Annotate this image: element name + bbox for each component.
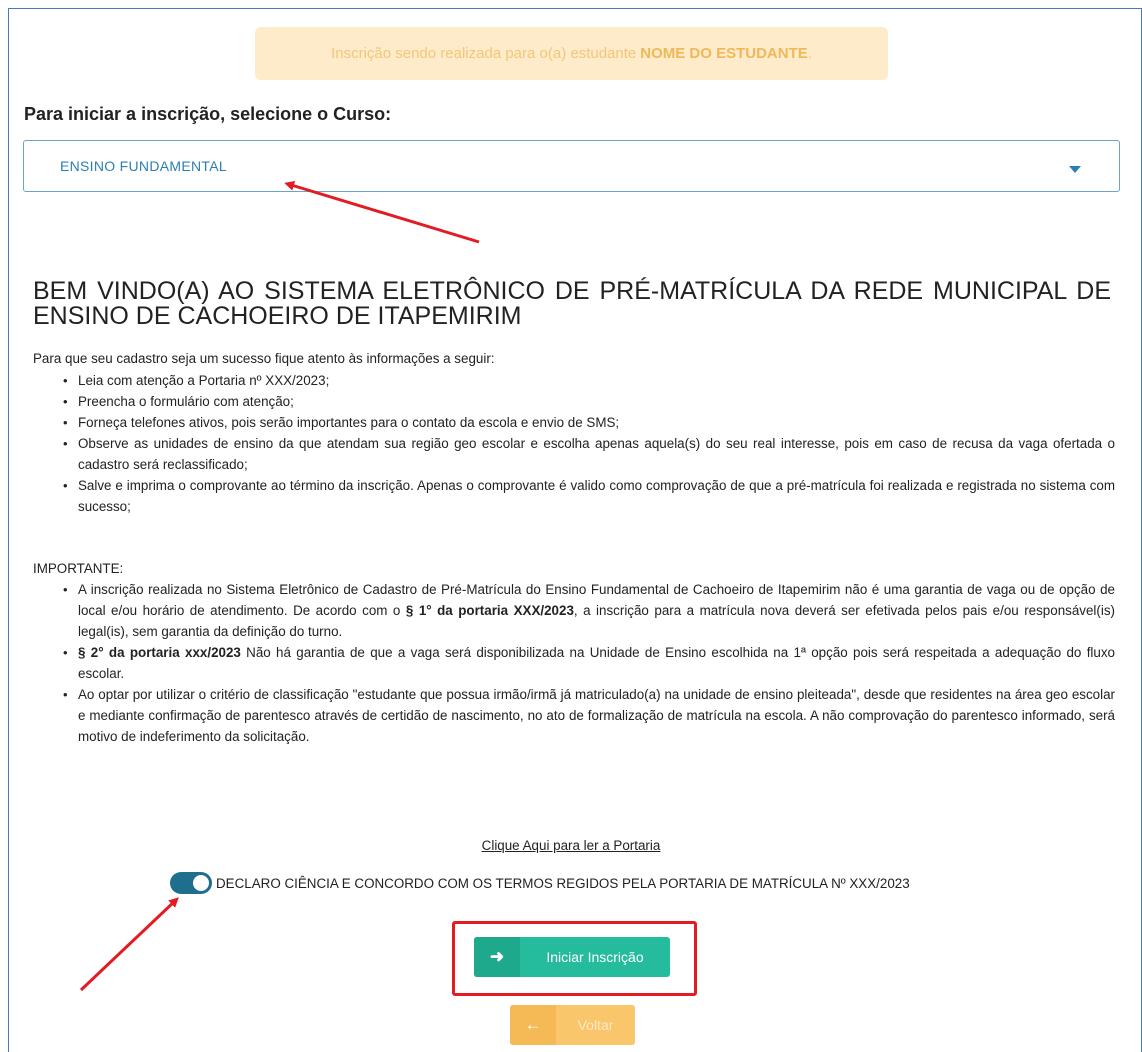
student-notice: Inscrição sendo realizada para o(a) estu… [255, 27, 888, 80]
consent-toggle[interactable] [170, 872, 212, 894]
important-list: A inscrição realizada no Sistema Eletrôn… [33, 579, 1115, 747]
chevron-down-icon [1069, 166, 1081, 173]
consent-row: DECLARO CIÊNCIA E CONCORDO COM OS TERMOS… [170, 872, 910, 894]
student-name: NOME DO ESTUDANTE [640, 45, 808, 62]
toggle-knob [193, 875, 209, 891]
notice-suffix: . [807, 45, 812, 62]
list-item: Observe as unidades de ensino da que ate… [33, 433, 1115, 475]
course-select[interactable]: ENSINO FUNDAMENTAL [23, 140, 1120, 192]
important-heading: IMPORTANTE: [33, 561, 124, 576]
welcome-title: BEM VINDO(A) AO SISTEMA ELETRÔNICO DE PR… [33, 277, 1111, 330]
list-item: A inscrição realizada no Sistema Eletrôn… [33, 579, 1115, 642]
instructions-intro: Para que seu cadastro seja um sucesso fi… [33, 351, 495, 366]
list-item: Leia com atenção a Portaria nº XXX/2023; [33, 370, 1115, 391]
list-item: Preencha o formulário com atenção; [33, 391, 1115, 412]
course-heading: Para iniciar a inscrição, selecione o Cu… [24, 104, 392, 124]
notice-prefix: Inscrição sendo realizada para o(a) estu… [331, 45, 637, 62]
portaria-link[interactable]: Clique Aqui para ler a Portaria [0, 838, 1142, 853]
annotation-highlight-box [452, 921, 697, 996]
tips-list: Leia com atenção a Portaria nº XXX/2023;… [33, 370, 1115, 517]
list-item: Salve e imprima o comprovante ao término… [33, 475, 1115, 517]
important-item1-bold: § 1° da portaria XXX/2023 [405, 603, 574, 618]
consent-label: DECLARO CIÊNCIA E CONCORDO COM OS TERMOS… [216, 875, 910, 891]
course-select-value: ENSINO FUNDAMENTAL [60, 158, 227, 174]
list-item: § 2° da portaria xxx/2023 Não há garanti… [33, 642, 1115, 684]
back-button-label: Voltar [577, 1017, 614, 1033]
arrow-left-icon: ← [510, 1005, 556, 1045]
back-button[interactable]: ← Voltar [510, 1005, 635, 1045]
instructions: Para que seu cadastro seja um sucesso fi… [33, 348, 1115, 747]
list-item: Ao optar por utilizar o critério de clas… [33, 684, 1115, 747]
list-item: Forneça telefones ativos, pois serão imp… [33, 412, 1115, 433]
important-item2-bold: § 2° da portaria xxx/2023 [78, 645, 241, 660]
